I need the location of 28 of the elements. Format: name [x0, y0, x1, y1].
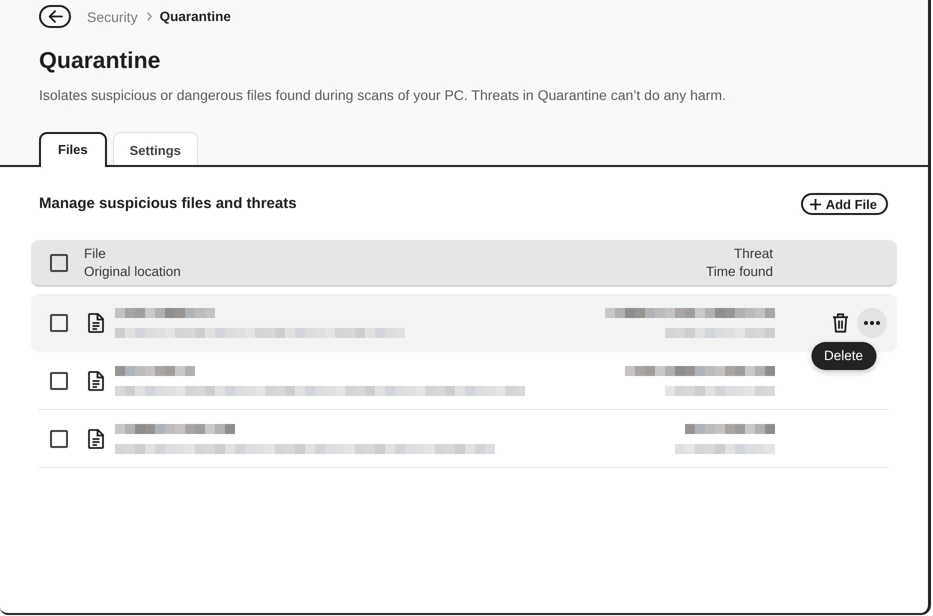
document-icon — [88, 313, 104, 333]
document-icon — [88, 429, 104, 449]
row-checkbox[interactable] — [50, 430, 68, 448]
breadcrumb-link[interactable]: Security — [87, 8, 138, 24]
page-title: Quarantine — [39, 46, 162, 74]
column-header: Original location — [84, 262, 181, 280]
page-description: Isolates suspicious or dangerous files found during scans of your PC. Threats in Quarantine can’t do any harm. — [39, 86, 727, 104]
trash-icon — [832, 313, 849, 333]
tab[interactable]: Settings — [112, 132, 198, 165]
chevron-right-icon — [146, 12, 152, 21]
breadcrumb-current: Quarantine — [160, 9, 231, 24]
plus-icon — [810, 198, 821, 210]
row-checkbox[interactable] — [50, 314, 68, 332]
tab[interactable]: Files — [39, 132, 107, 167]
row-checkbox[interactable] — [50, 372, 68, 390]
back-button[interactable] — [39, 5, 71, 28]
tooltip: Delete — [810, 342, 876, 370]
document-icon — [88, 371, 104, 391]
arrow-left-icon — [48, 10, 62, 23]
delete-button[interactable] — [832, 313, 849, 333]
column-header: Time found — [706, 262, 773, 280]
add-file-button[interactable]: Add File — [800, 193, 888, 215]
more-button[interactable] — [857, 308, 887, 338]
column-header: File — [84, 244, 106, 262]
more-icon — [864, 321, 880, 325]
section-title: Manage suspicious files and threats — [39, 194, 297, 214]
column-header: Threat — [734, 244, 773, 262]
select-all-checkbox[interactable] — [50, 254, 68, 272]
